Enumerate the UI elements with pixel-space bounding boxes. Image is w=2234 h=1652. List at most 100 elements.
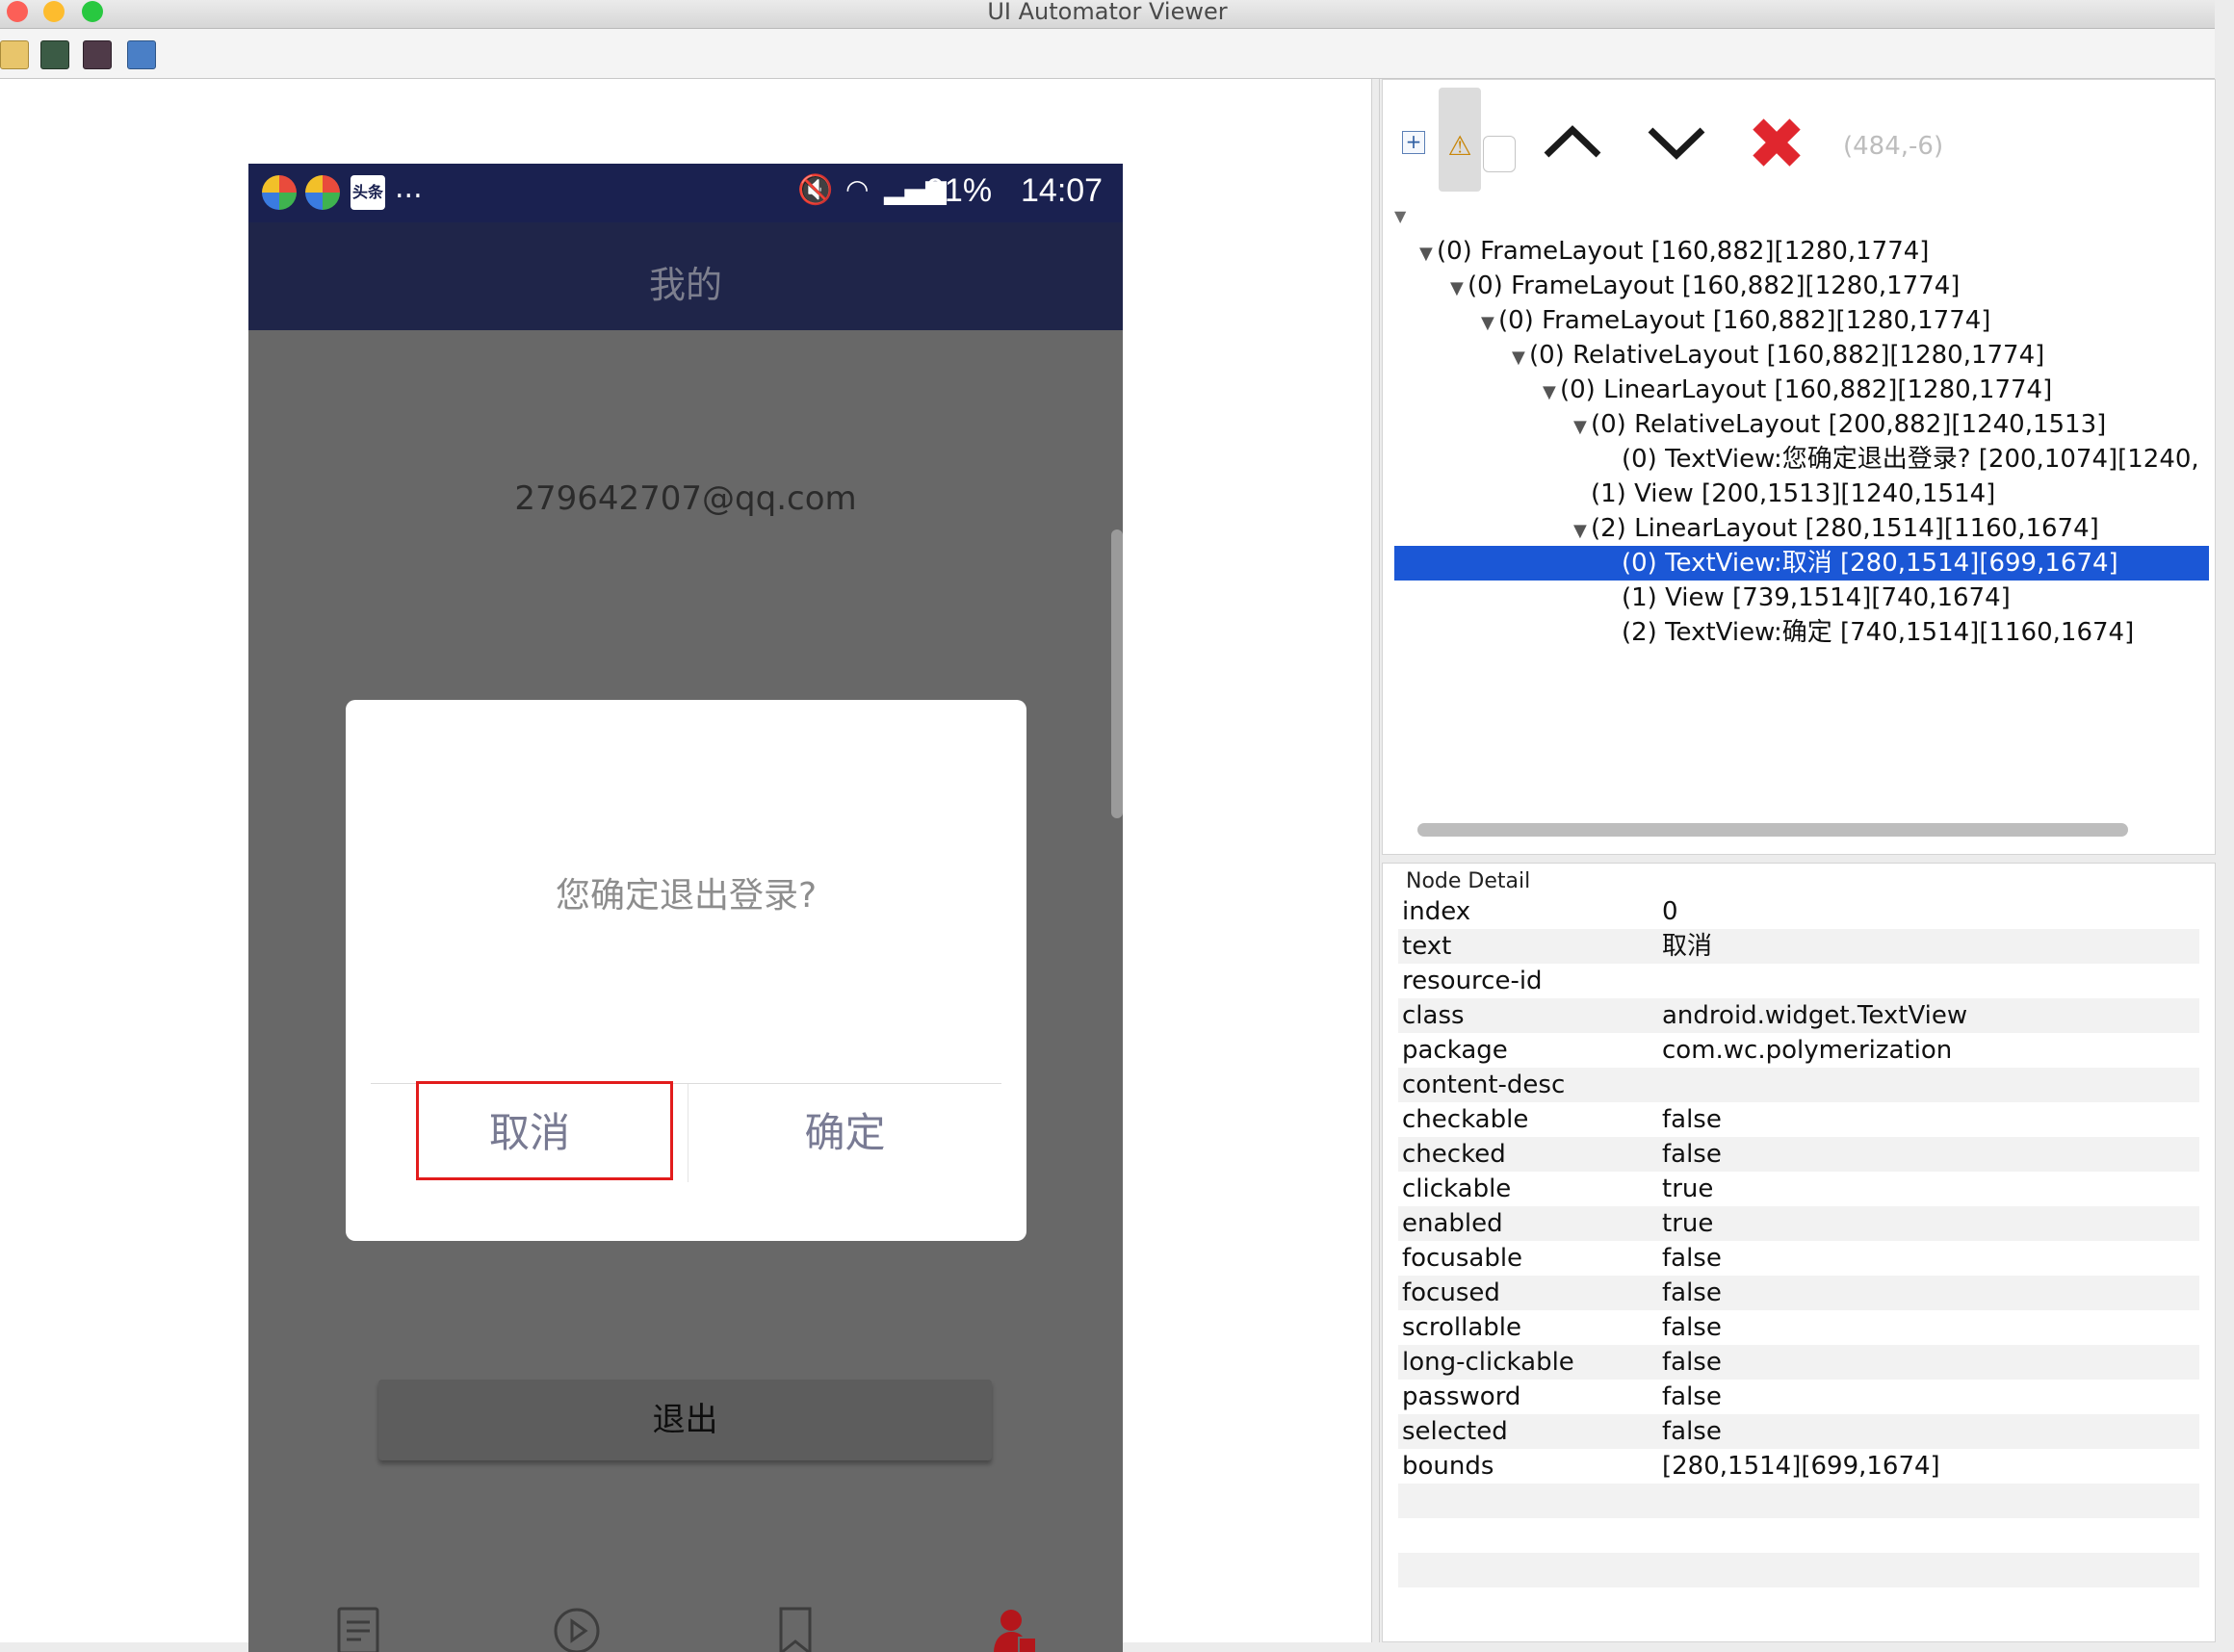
detail-key: index xyxy=(1402,897,1471,926)
expand-triangle-icon[interactable]: ▼ xyxy=(1419,237,1437,269)
open-folder-icon[interactable] xyxy=(0,40,29,69)
notification-app-icon xyxy=(262,175,297,210)
battery-level: 91% xyxy=(926,172,993,209)
more-notifications: ... xyxy=(395,171,423,205)
detail-row[interactable]: text 取消 xyxy=(1398,929,2199,964)
cursor-coordinates: (484,-6) xyxy=(1843,132,1944,161)
detail-value: true xyxy=(1662,1174,1714,1203)
detail-row[interactable]: clickable true xyxy=(1398,1172,2199,1206)
detail-row[interactable]: content-desc xyxy=(1398,1068,2199,1102)
save-icon[interactable] xyxy=(127,40,156,69)
tree-node[interactable]: ▼ (0) FrameLayout [160,882][1280,1774] xyxy=(1383,269,2217,303)
detail-value: false xyxy=(1662,1244,1722,1273)
detail-key: package xyxy=(1402,1036,1508,1065)
play-circle-icon xyxy=(554,1608,599,1652)
user-email: 279642707@qq.com xyxy=(514,479,857,518)
detail-value: false xyxy=(1662,1105,1722,1134)
detail-row[interactable]: focusable false xyxy=(1398,1241,2199,1276)
phone-status-bar: 头条 ... 🔇 ◠ ▂▄▆ 91% 14:07 xyxy=(248,164,1123,222)
screenshot-pane: 头条 ... 🔇 ◠ ▂▄▆ 91% 14:07 我的 279642707@qq… xyxy=(0,79,1372,1652)
detail-key: checked xyxy=(1402,1140,1506,1169)
detail-row[interactable]: enabled true xyxy=(1398,1206,2199,1241)
node-detail-panel: Node Detail index 0 text 取消 resource-id class… xyxy=(1382,863,2216,1642)
detail-row[interactable]: focused false xyxy=(1398,1276,2199,1310)
bottom-navigation: 首页 分类 项目 我的 xyxy=(248,1589,1123,1652)
detail-row[interactable]: checked false xyxy=(1398,1137,2199,1172)
dialog-confirm-button[interactable]: 确定 xyxy=(688,1084,1001,1182)
detail-row[interactable]: class android.widget.TextView xyxy=(1398,998,2199,1033)
show-nafs-checkbox[interactable] xyxy=(1483,136,1516,172)
detail-row[interactable] xyxy=(1398,1518,2199,1553)
expand-triangle-icon[interactable]: ▼ xyxy=(1450,271,1468,303)
detail-row[interactable]: long-clickable false xyxy=(1398,1345,2199,1380)
window-title-bar: UI Automator Viewer xyxy=(0,0,2215,29)
detail-key: clickable xyxy=(1402,1174,1512,1203)
nav-tab-home[interactable]: 首页 xyxy=(248,1589,467,1652)
detail-row[interactable]: password false xyxy=(1398,1380,2199,1414)
detail-value: android.widget.TextView xyxy=(1662,1001,1968,1030)
tree-node[interactable]: ▼ (0) RelativeLayout [160,882][1280,1774] xyxy=(1383,338,2217,373)
detail-key: scrollable xyxy=(1402,1313,1521,1342)
tree-node[interactable]: (2) TextView:确定 [740,1514][1160,1674] xyxy=(1383,615,2217,650)
detail-key: selected xyxy=(1402,1417,1508,1446)
nav-tab-category[interactable]: 分类 xyxy=(467,1589,686,1652)
detail-key: resource-id xyxy=(1402,967,1543,995)
node-detail-table: index 0 text 取消 resource-id class android.widg… xyxy=(1398,894,2199,1622)
previous-node-chevron-up-icon[interactable] xyxy=(1539,109,1606,176)
toggle-nafs-warning-icon[interactable]: ⚠ xyxy=(1439,88,1481,192)
tree-node[interactable]: ▼ (0) FrameLayout [160,882][1280,1774] xyxy=(1383,303,2217,338)
detail-key: long-clickable xyxy=(1402,1348,1574,1377)
tree-horizontal-scrollbar[interactable] xyxy=(1417,823,2128,837)
tree-root-expand-icon[interactable]: ▼ xyxy=(1394,207,1406,225)
detail-row[interactable] xyxy=(1398,1587,2199,1622)
detail-key: bounds xyxy=(1402,1452,1494,1481)
clear-selection-close-icon[interactable]: ✖ xyxy=(1747,109,1806,180)
detail-row[interactable] xyxy=(1398,1553,2199,1587)
tree-node[interactable]: ▼ (0) LinearLayout [160,882][1280,1774] xyxy=(1383,373,2217,407)
detail-row[interactable] xyxy=(1398,1484,2199,1518)
status-clock: 14:07 xyxy=(1021,172,1104,209)
device-screenshot-icon[interactable] xyxy=(40,40,69,69)
detail-key: focusable xyxy=(1402,1244,1523,1273)
nav-tab-project[interactable]: 项目 xyxy=(686,1589,904,1652)
notification-app-icon xyxy=(305,175,340,210)
detail-row[interactable]: bounds [280,1514][699,1674] xyxy=(1398,1449,2199,1484)
detail-value: 取消 xyxy=(1662,932,1713,961)
tree-node[interactable]: (1) View [739,1514][740,1674] xyxy=(1383,581,2217,615)
detail-key: class xyxy=(1402,1001,1465,1030)
detail-row[interactable]: resource-id xyxy=(1398,964,2199,998)
detail-row[interactable]: scrollable false xyxy=(1398,1310,2199,1345)
detail-row[interactable]: package com.wc.polymerization xyxy=(1398,1033,2199,1068)
expand-triangle-icon[interactable]: ▼ xyxy=(1543,375,1560,407)
expand-triangle-icon[interactable]: ▼ xyxy=(1573,410,1591,442)
tree-node-selected[interactable]: (0) TextView:取消 [280,1514][699,1674] xyxy=(1394,546,2209,581)
tree-node[interactable]: ▼ (2) LinearLayout [280,1514][1160,1674] xyxy=(1383,511,2217,546)
detail-row[interactable]: selected false xyxy=(1398,1414,2199,1449)
nav-tab-mine[interactable]: 我的 xyxy=(904,1589,1123,1652)
detail-value: true xyxy=(1662,1209,1714,1238)
detail-value: false xyxy=(1662,1348,1722,1377)
tree-node[interactable]: ▼ (0) FrameLayout [160,882][1280,1774] xyxy=(1383,234,2217,269)
tree-node[interactable]: (1) View [200,1513][1240,1514] xyxy=(1383,477,2217,511)
device-screenshot[interactable]: 头条 ... 🔇 ◠ ▂▄▆ 91% 14:07 我的 279642707@qq… xyxy=(248,164,1123,1652)
detail-value: false xyxy=(1662,1382,1722,1411)
detail-value: false xyxy=(1662,1140,1722,1169)
tree-node[interactable]: ▼ (0) RelativeLayout [200,882][1240,1513] xyxy=(1383,407,2217,442)
expand-triangle-icon[interactable]: ▼ xyxy=(1573,514,1591,546)
expand-all-icon[interactable]: + xyxy=(1402,131,1425,154)
logout-button[interactable]: 退出 xyxy=(378,1380,992,1460)
detail-key: content-desc xyxy=(1402,1071,1566,1099)
tree-node[interactable]: (0) TextView:您确定退出登录? [200,1074][1240, xyxy=(1383,442,2217,477)
detail-value: false xyxy=(1662,1313,1722,1342)
device-screenshot-compressed-icon[interactable] xyxy=(83,40,112,69)
next-node-chevron-down-icon[interactable] xyxy=(1643,109,1710,176)
main-toolbar xyxy=(0,29,2215,79)
detail-key: enabled xyxy=(1402,1209,1503,1238)
detail-row[interactable]: checkable false xyxy=(1398,1102,2199,1137)
wifi-icon: ◠ xyxy=(845,173,870,205)
detail-row[interactable]: index 0 xyxy=(1398,894,2199,929)
detail-value: [280,1514][699,1674] xyxy=(1662,1452,1940,1481)
expand-triangle-icon[interactable]: ▼ xyxy=(1512,341,1529,373)
detail-key: password xyxy=(1402,1382,1521,1411)
expand-triangle-icon[interactable]: ▼ xyxy=(1481,306,1498,338)
